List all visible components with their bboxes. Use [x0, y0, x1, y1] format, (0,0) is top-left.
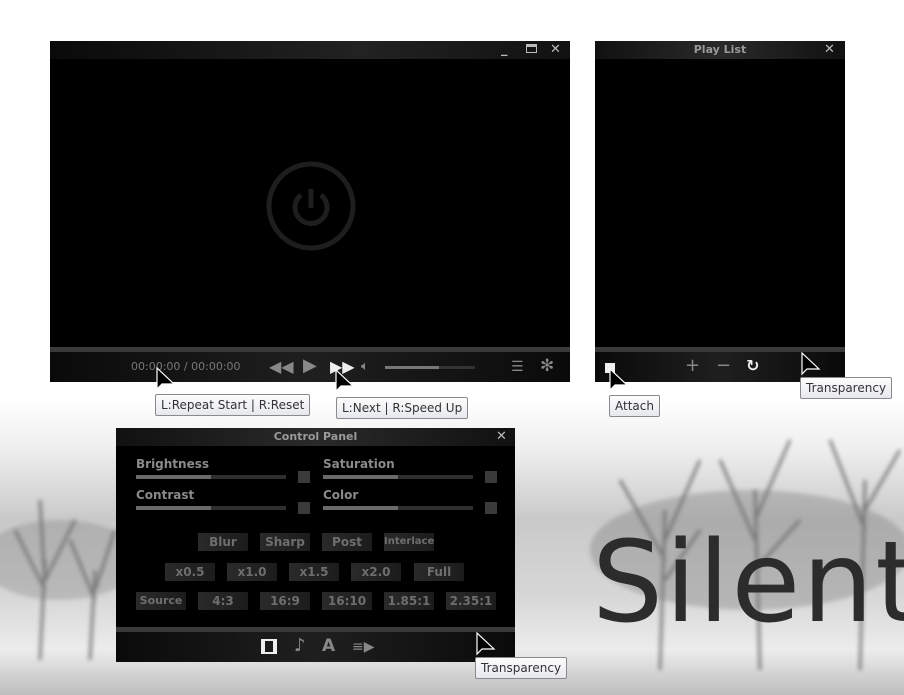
player-window: _ ✕ 00:00:00 / 00:00:00 ◀◀ ▶ ▶▶ 🔈︎ ☰ ✻ [50, 41, 570, 382]
remove-icon[interactable]: − [716, 357, 731, 375]
playlist-icon[interactable]: ☰ [511, 359, 524, 375]
zoom-1.0-button[interactable]: x1.0 [227, 563, 277, 581]
rewind-icon[interactable]: ◀◀ [269, 359, 294, 375]
video-tab-icon[interactable] [261, 639, 277, 654]
brightness-label: Brightness [136, 457, 210, 471]
close-icon[interactable]: ✕ [550, 42, 561, 58]
aspect-2.35-button[interactable]: 2.35:1 [446, 592, 496, 610]
repeat-icon[interactable]: ↻ [746, 358, 759, 374]
color-slider[interactable] [323, 506, 473, 510]
cursor-icon [609, 368, 629, 392]
gear-icon[interactable]: ✻ [540, 358, 554, 375]
aspect-16-9-button[interactable]: 16:9 [260, 592, 310, 610]
cursor-icon [801, 352, 821, 376]
close-icon[interactable]: ✕ [824, 42, 835, 58]
sharp-button[interactable]: Sharp [260, 533, 310, 551]
zoom-0.5-button[interactable]: x0.5 [165, 563, 215, 581]
brand-text: Silent [592, 518, 904, 648]
attach-tooltip: Attach [609, 395, 660, 417]
subtitle-tab-icon[interactable]: A [322, 638, 335, 655]
time-separator: / [183, 360, 188, 373]
next-tooltip: L:Next | R:Speed Up [336, 397, 469, 419]
aspect-4-3-button[interactable]: 4:3 [198, 592, 248, 610]
playback-tab-icon[interactable]: ≡▶ [352, 639, 375, 655]
saturation-label: Saturation [323, 457, 395, 471]
full-button[interactable]: Full [414, 563, 464, 581]
cursor-icon [476, 632, 496, 656]
aspect-16-10-button[interactable]: 16:10 [322, 592, 372, 610]
add-icon[interactable]: + [685, 357, 700, 375]
control-panel-title[interactable]: Control Panel [116, 428, 515, 446]
audio-tab-icon[interactable]: ♪ [294, 637, 306, 655]
brightness-reset[interactable] [298, 471, 310, 483]
playlist-window: Play List ✕ + − ↻ [595, 41, 845, 382]
volume-fill [385, 366, 439, 369]
brightness-slider[interactable] [136, 475, 286, 479]
panel-tabs: ♪ A ≡▶ [116, 632, 515, 662]
playlist-title[interactable]: Play List [595, 41, 845, 59]
maximize-icon[interactable] [526, 44, 537, 53]
zoom-1.5-button[interactable]: x1.5 [289, 563, 339, 581]
zoom-2.0-button[interactable]: x2.0 [351, 563, 401, 581]
source-aspect-button[interactable]: Source [136, 592, 186, 610]
post-button[interactable]: Post [322, 533, 372, 551]
saturation-slider[interactable] [323, 475, 473, 479]
power-icon[interactable] [266, 161, 356, 251]
minimize-icon[interactable]: _ [501, 42, 508, 58]
volume-icon[interactable]: 🔈︎ [361, 359, 369, 375]
blur-button[interactable]: Blur [198, 533, 248, 551]
play-icon[interactable]: ▶ [303, 357, 317, 375]
time-total: 00:00:00 [191, 360, 241, 373]
contrast-slider[interactable] [136, 506, 286, 510]
color-reset[interactable] [485, 502, 497, 514]
close-icon[interactable]: ✕ [496, 429, 507, 445]
panel-transparency-tooltip: Transparency [475, 657, 568, 679]
player-titlebar[interactable] [50, 41, 570, 59]
contrast-label: Contrast [136, 488, 195, 502]
color-label: Color [323, 488, 359, 502]
cursor-icon [335, 369, 355, 393]
aspect-1.85-button[interactable]: 1.85:1 [384, 592, 434, 610]
repeat-tooltip: L:Repeat Start | R:Reset [155, 394, 311, 416]
time-display[interactable]: 00:00:00 / 00:00:00 [131, 360, 241, 373]
player-controls: 00:00:00 / 00:00:00 ◀◀ ▶ ▶▶ 🔈︎ ☰ ✻ [50, 352, 570, 382]
contrast-reset[interactable] [298, 502, 310, 514]
control-panel-window: Control Panel ✕ Brightness Saturation Co… [116, 428, 515, 662]
playlist-transparency-tooltip: Transparency [800, 377, 893, 399]
saturation-reset[interactable] [485, 471, 497, 483]
interlace-button[interactable]: Interlace [384, 533, 434, 551]
volume-slider[interactable] [385, 366, 475, 369]
cursor-icon [156, 367, 176, 391]
